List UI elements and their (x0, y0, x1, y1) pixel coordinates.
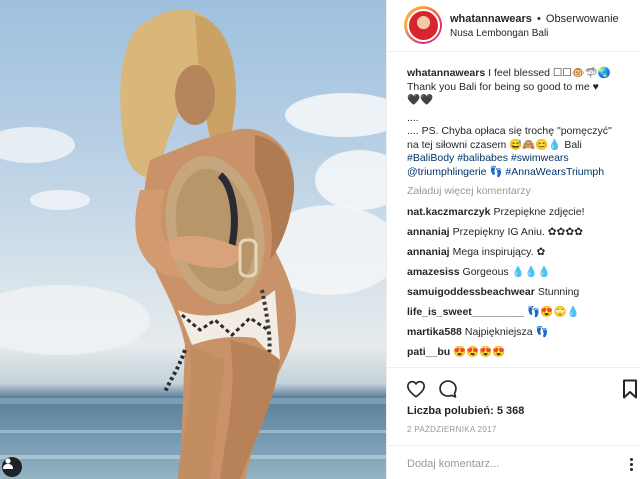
post-caption: whatannawears I feel blessed ☐☐🐵🦈🌏 Thank… (407, 67, 629, 179)
comment-text: Gorgeous 💧💧💧 (462, 266, 551, 278)
comment-text: Stunning (537, 286, 580, 298)
caption-line: Thank you Bali for being so good to me ♥ (407, 80, 599, 93)
heart-icon[interactable] (405, 378, 427, 400)
comment-text: 👣😍🙄💧 (527, 306, 580, 318)
post-photo[interactable] (0, 0, 386, 479)
post-side-panel: whatannawears • Obserwowanie Nusa Lembon… (386, 0, 640, 479)
comment-text: Przepiękny IG Aniu. ✿✿✿✿ (452, 226, 583, 238)
caption-line: whatannawears I feel blessed ☐☐🐵🦈🌏 (407, 67, 629, 81)
vertical-dots-icon[interactable] (623, 455, 639, 473)
comment-text: Przepiękne zdjęcie! (493, 206, 585, 218)
location-link[interactable]: Nusa Lembongan Bali (450, 28, 619, 40)
follow-button[interactable]: Obserwowanie (546, 13, 619, 25)
post-actions: Liczba polubień: 5 368 2 PAŹDZIERNIKA 20… (387, 367, 640, 479)
person-icon[interactable] (2, 457, 22, 477)
post-date[interactable]: 2 PAŹDZIERNIKA 2017 (407, 425, 497, 434)
comment-item: amazesiss Gorgeous 💧💧💧 (407, 266, 629, 279)
post-header: whatannawears • Obserwowanie Nusa Lembon… (387, 0, 640, 52)
comment-item: martika588 Najpiękniejsza 👣 (407, 326, 629, 339)
avatar-image (406, 8, 440, 42)
avatar[interactable] (404, 6, 442, 44)
caption-line: na tej siłowni czasem 😅🙈😊💧 Bali (407, 138, 582, 151)
likes-label: Liczba polubień: (407, 405, 494, 417)
comment-username[interactable]: martika588 (407, 326, 462, 338)
comment-item: nat.kaczmarczyk Przepiękne zdjęcie! (407, 206, 629, 219)
speech-bubble-icon[interactable] (437, 378, 459, 400)
caption-hashtags[interactable]: @triumphlingerie 👣 #AnnaWearsTriumph (407, 166, 629, 180)
comment-item: annaniaj Mega inspirujący. ✿ (407, 246, 629, 259)
caption-line: 🖤🖤 (407, 94, 434, 106)
action-icons-row (405, 378, 640, 400)
comment-username[interactable]: amazesiss (407, 266, 460, 278)
comment-item: pati__bu 😍😍😍😍 (407, 346, 629, 359)
comment-input[interactable] (407, 455, 607, 473)
comment-item: samuigoddessbeachwear Stunning (407, 286, 629, 299)
caption-hashtags[interactable]: #BaliBody #balibabes #swimwears (407, 152, 629, 166)
comment-username[interactable]: nat.kaczmarczyk (407, 206, 490, 218)
caption-line: .... PS. Chyba opłaca się trochę "pomęcz… (407, 125, 612, 137)
likes-number: 5 368 (496, 405, 525, 417)
header-separator: • (536, 13, 541, 25)
caption-text: I feel blessed ☐☐🐵🦈🌏 (488, 67, 611, 79)
load-more-comments-button[interactable]: Załaduj więcej komentarzy (407, 185, 629, 198)
caption-username[interactable]: whatannawears (407, 67, 485, 79)
bookmark-icon[interactable] (619, 378, 640, 400)
comment-item: life_is_sweet_________ 👣😍🙄💧 (407, 306, 629, 319)
header-line: whatannawears • Obserwowanie (450, 12, 619, 26)
comments-section[interactable]: whatannawears I feel blessed ☐☐🐵🦈🌏 Thank… (387, 53, 640, 367)
comment-username[interactable]: samuigoddessbeachwear (407, 286, 535, 298)
comment-username[interactable]: annaniaj (407, 226, 450, 238)
comment-username[interactable]: annaniaj (407, 246, 450, 258)
header-text: whatannawears • Obserwowanie Nusa Lembon… (450, 12, 619, 40)
beach-photo-illustration (0, 9, 386, 479)
add-comment-bar (387, 445, 640, 479)
likes-count[interactable]: Liczba polubień: 5 368 (407, 404, 524, 418)
comment-text: Najpiękniejsza 👣 (464, 326, 549, 338)
comment-username[interactable]: life_is_sweet_________ (407, 306, 524, 318)
comment-text: 😍😍😍😍 (453, 346, 506, 358)
header-username[interactable]: whatannawears (450, 13, 532, 25)
comment-username[interactable]: pati__bu (407, 346, 450, 358)
instagram-post: whatannawears • Obserwowanie Nusa Lembon… (0, 0, 640, 479)
comment-item: annaniaj Przepiękny IG Aniu. ✿✿✿✿ (407, 226, 629, 239)
caption-line: .... (407, 111, 419, 124)
comment-text: Mega inspirujący. ✿ (452, 246, 546, 258)
